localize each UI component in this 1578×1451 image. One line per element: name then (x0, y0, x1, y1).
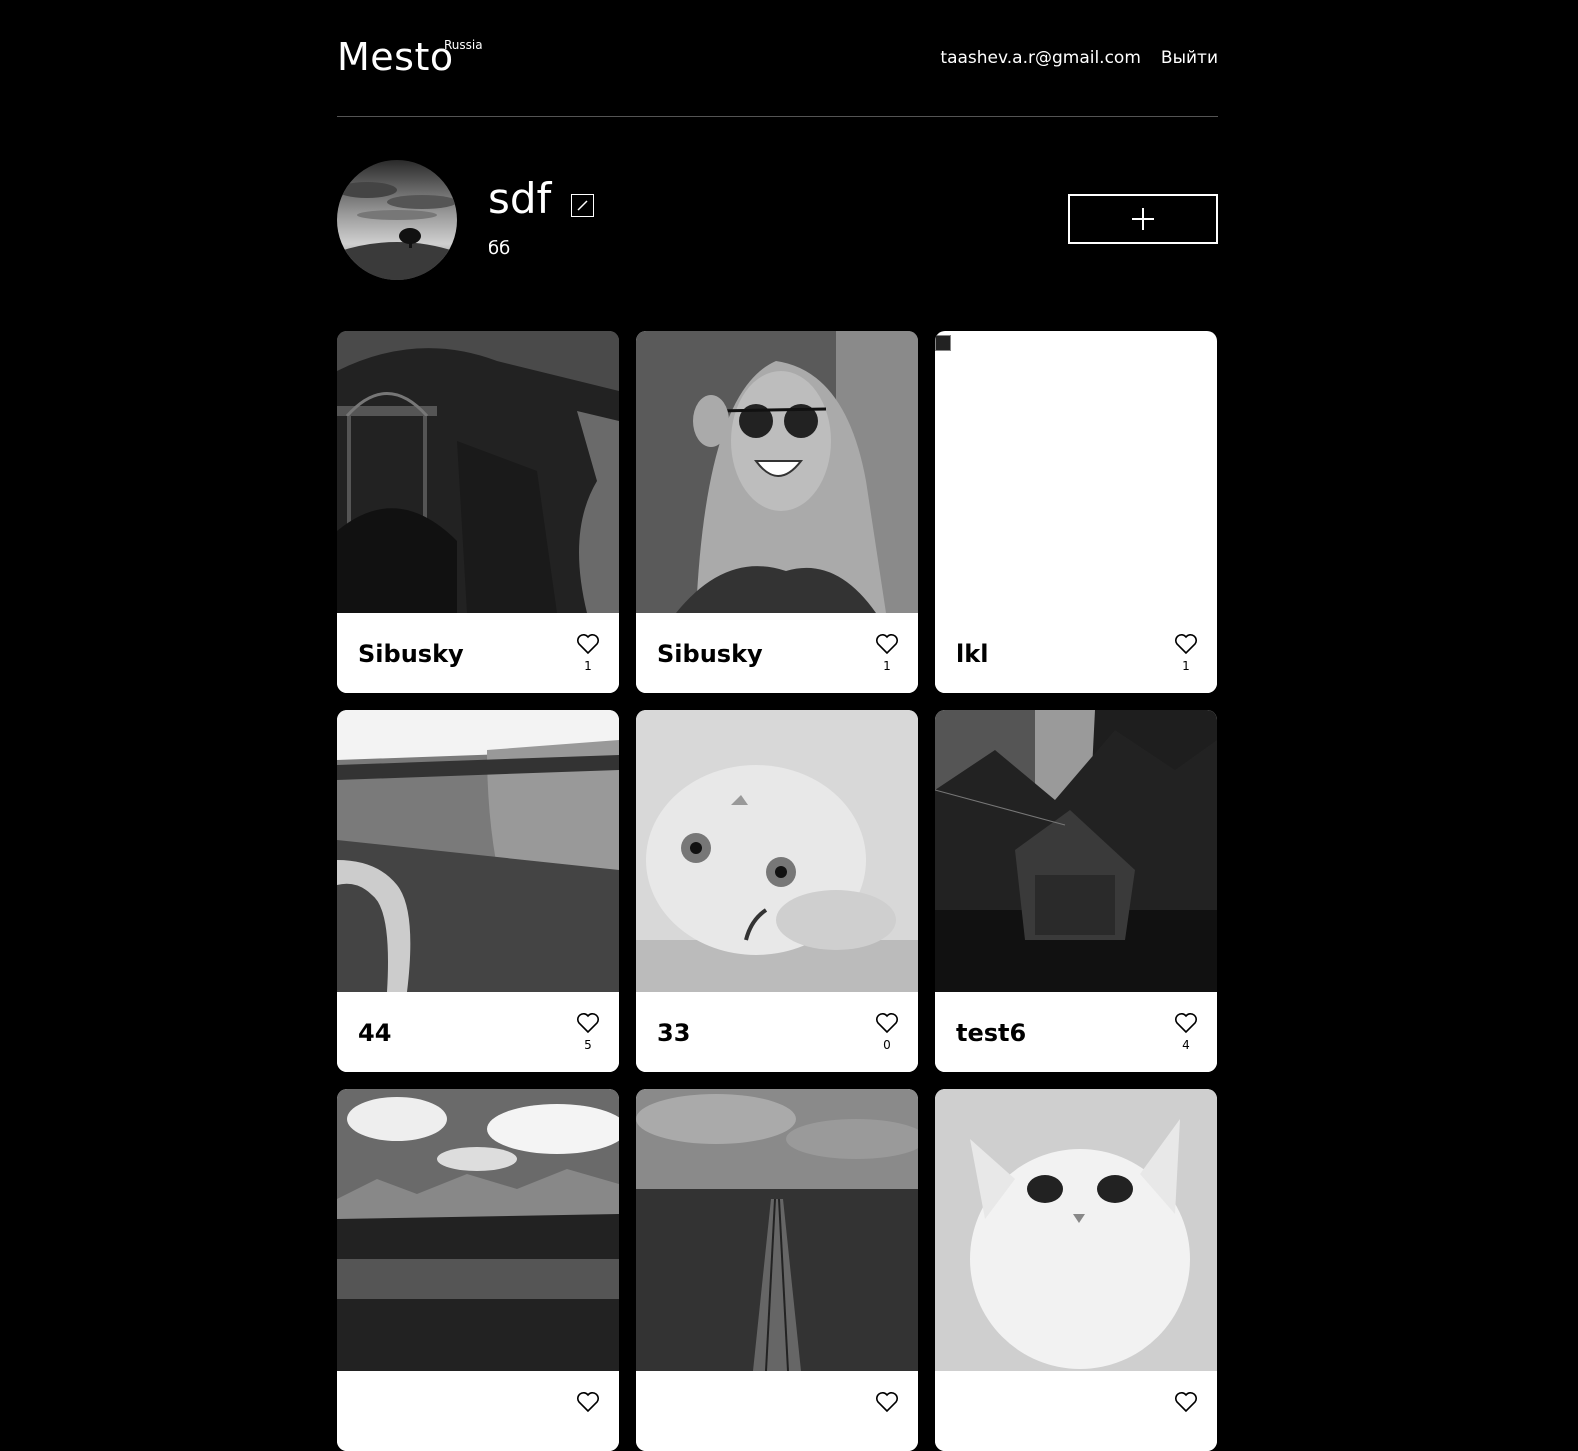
like-count: 1 (1182, 659, 1190, 673)
white-cat-photo-icon (935, 1089, 1217, 1371)
card-footer (337, 1371, 619, 1451)
card-image[interactable] (337, 331, 619, 613)
add-card-button[interactable] (1068, 194, 1218, 244)
card: 33 0 (636, 710, 918, 1072)
like-count: 1 (584, 659, 592, 673)
kitten-photo-icon (636, 710, 918, 992)
card-title: 44 (358, 1019, 392, 1047)
card (636, 1089, 918, 1451)
heart-icon[interactable] (1174, 633, 1198, 655)
logo[interactable]: Mesto (337, 38, 454, 76)
laughing-woman-photo-icon (636, 331, 918, 613)
heart-icon[interactable] (875, 1391, 899, 1413)
page: Mesto Russia taashev.a.r@gmail.com Выйти (337, 0, 1218, 1451)
broken-image-icon (935, 335, 951, 351)
card-footer: Sibusky 1 (337, 613, 619, 693)
card-image[interactable] (636, 1089, 918, 1371)
card-title: Sibusky (657, 640, 763, 668)
edit-profile-button[interactable] (571, 194, 594, 217)
card: Sibusky 1 (337, 331, 619, 693)
card-image[interactable] (636, 710, 918, 992)
heart-icon[interactable] (576, 1391, 600, 1413)
profile-name: sdf (488, 174, 552, 223)
header: Mesto Russia taashev.a.r@gmail.com Выйти (337, 0, 1218, 117)
card-image[interactable]: lkl (935, 331, 1217, 613)
railroad-forest-photo-icon (636, 1089, 918, 1371)
card-title: lkl (956, 640, 989, 668)
card-footer: 44 5 (337, 992, 619, 1072)
like-count: 0 (883, 1038, 891, 1052)
pencil-icon (577, 200, 588, 211)
forest-cabin-photo-icon (935, 710, 1217, 992)
card-image[interactable] (935, 710, 1217, 992)
card-image[interactable] (337, 710, 619, 992)
heart-icon[interactable] (1174, 1391, 1198, 1413)
heart-icon[interactable] (875, 1012, 899, 1034)
card-image[interactable] (636, 331, 918, 613)
avatar[interactable] (337, 160, 457, 280)
card (935, 1089, 1217, 1451)
card-footer: test6 4 (935, 992, 1217, 1072)
profile-about: бб (488, 238, 511, 259)
image-alt-text: lkl (953, 331, 976, 355)
card-title: test6 (956, 1019, 1027, 1047)
card-title: 33 (657, 1019, 691, 1047)
heart-icon[interactable] (875, 633, 899, 655)
header-nav: taashev.a.r@gmail.com Выйти (940, 48, 1218, 68)
card: Sibusky 1 (636, 331, 918, 693)
user-email: taashev.a.r@gmail.com (940, 48, 1141, 68)
mountain-lake-photo-icon (337, 1089, 619, 1371)
landscape-tree-avatar-icon (337, 160, 457, 280)
profile: sdf бб (337, 160, 1218, 280)
card-title: Sibusky (358, 640, 464, 668)
heart-icon[interactable] (1174, 1012, 1198, 1034)
card-footer (636, 1371, 918, 1451)
like-count: 4 (1182, 1038, 1190, 1052)
card-footer: 33 0 (636, 992, 918, 1072)
heart-icon[interactable] (576, 633, 600, 655)
logout-link[interactable]: Выйти (1161, 48, 1218, 68)
logo-subtitle: Russia (444, 38, 483, 52)
coastal-bridge-photo-icon (337, 331, 619, 613)
card: lkl lkl 1 (935, 331, 1217, 693)
card-footer: lkl 1 (935, 613, 1217, 693)
card: test6 4 (935, 710, 1217, 1072)
like-count: 1 (883, 659, 891, 673)
canyon-river-photo-icon (337, 710, 619, 992)
card-footer: Sibusky 1 (636, 613, 918, 693)
like-count: 5 (584, 1038, 592, 1052)
card-image[interactable] (935, 1089, 1217, 1371)
card-image[interactable] (337, 1089, 619, 1371)
card: 44 5 (337, 710, 619, 1072)
card (337, 1089, 619, 1451)
broken-image: lkl (935, 331, 976, 355)
heart-icon[interactable] (576, 1012, 600, 1034)
card-footer (935, 1371, 1217, 1451)
plus-icon (1132, 208, 1154, 230)
